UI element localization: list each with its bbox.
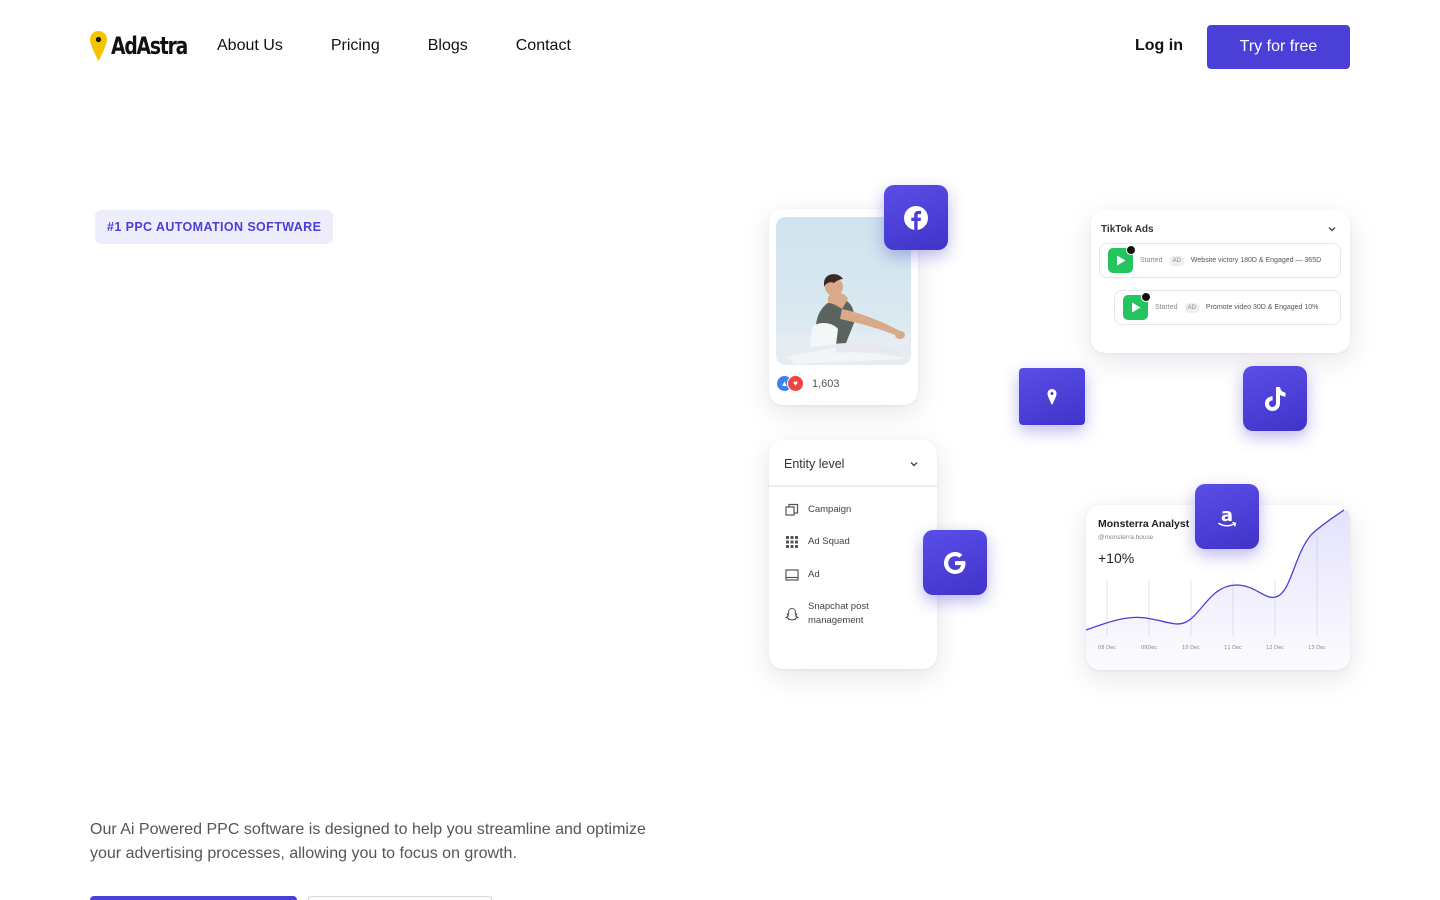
entity-level-title: Entity level xyxy=(784,457,845,471)
entity-option-label: Ad xyxy=(808,569,820,580)
location-pin-icon xyxy=(90,31,107,61)
ad-description: Promote video 30D & Engaged 10% xyxy=(1205,304,1319,311)
amazon-icon: a xyxy=(1218,505,1237,527)
tiktok-ad-row[interactable]: Started AD Promote video 30D & Engaged 1… xyxy=(1114,290,1341,325)
ad-tag: AD xyxy=(1184,302,1199,313)
login-link[interactable]: Log in xyxy=(1135,37,1183,55)
adastra-pin-icon xyxy=(1047,388,1057,405)
entity-option-label: Campaign xyxy=(808,504,852,515)
entity-option-snapchat[interactable]: Snapchat post management xyxy=(785,600,888,628)
google-tile xyxy=(923,530,987,595)
hero-badge: #1 PPC AUTOMATION SOFTWARE xyxy=(95,210,334,244)
nav-links: About Us Pricing Blogs Contact xyxy=(217,37,571,55)
facebook-icon xyxy=(904,205,928,230)
ad-status: Started xyxy=(1140,257,1163,264)
logo-text: AdAstra xyxy=(111,32,188,60)
tiktok-icon xyxy=(1265,386,1286,411)
top-navigation: AdAstra About Us Pricing Blogs Contact L… xyxy=(0,0,1440,95)
entity-option-campaign[interactable]: Campaign xyxy=(785,503,851,517)
hero-description: Our Ai Powered PPC software is designed … xyxy=(90,821,646,862)
grid-icon xyxy=(786,536,798,548)
amazon-tile: a xyxy=(1195,484,1259,549)
analytics-value: +10% xyxy=(1098,550,1135,566)
ad-tag: AD xyxy=(1169,255,1184,266)
analytics-title: Monsterra Analyst xyxy=(1098,518,1190,530)
chevron-down-icon[interactable] xyxy=(1326,223,1338,235)
facebook-tile xyxy=(884,185,948,250)
x-tick-label: 08 Dec xyxy=(1098,645,1116,651)
tiktok-ads-title: TikTok Ads xyxy=(1101,224,1154,235)
entity-option-ad-squad[interactable]: Ad Squad xyxy=(785,535,850,549)
svg-text:a: a xyxy=(1221,505,1233,526)
logo[interactable]: AdAstra xyxy=(90,31,209,61)
play-icon xyxy=(1108,245,1136,273)
analytics-handle: @monsterra.house xyxy=(1098,534,1154,541)
snapchat-icon xyxy=(785,607,799,621)
primary-cta-button[interactable] xyxy=(90,896,297,900)
x-tick-label: 11 Dec xyxy=(1224,645,1242,651)
x-tick-label: 09Dec xyxy=(1141,645,1157,651)
ad-description: Website victory 180D & Engaged — 365D xyxy=(1190,257,1322,264)
x-tick-label: 12 Dec xyxy=(1266,645,1284,651)
x-tick-label: 10 Dec xyxy=(1182,645,1200,651)
campaign-icon xyxy=(785,503,799,516)
play-icon xyxy=(1123,292,1151,320)
entity-level-card: Entity level Campaign Ad Squad Ad Snapch… xyxy=(769,440,937,669)
ad-icon xyxy=(785,569,799,581)
entity-level-dropdown[interactable]: Entity level xyxy=(769,440,937,487)
nav-about-us[interactable]: About Us xyxy=(217,37,283,55)
nav-blogs[interactable]: Blogs xyxy=(428,37,468,55)
reaction-count: 1,603 xyxy=(812,377,840,390)
heart-icon: ♥ xyxy=(787,375,804,392)
adastra-tile xyxy=(1019,368,1085,425)
secondary-cta-button[interactable] xyxy=(308,896,492,900)
nav-pricing[interactable]: Pricing xyxy=(331,37,380,55)
try-for-free-button[interactable]: Try for free xyxy=(1207,25,1350,69)
entity-option-label: Snapchat post management xyxy=(808,601,869,626)
tiktok-ad-row[interactable]: Started AD Website victory 180D & Engage… xyxy=(1099,243,1341,278)
tiktok-tile xyxy=(1243,366,1307,431)
x-tick-label: 13 Dec xyxy=(1308,645,1326,651)
entity-option-label: Ad Squad xyxy=(808,536,850,547)
chevron-down-icon xyxy=(910,462,918,467)
entity-option-ad[interactable]: Ad xyxy=(785,568,820,582)
google-icon xyxy=(944,551,966,574)
nav-contact[interactable]: Contact xyxy=(516,37,571,55)
reactions: ▲ ♥ 1,603 xyxy=(776,375,840,392)
tiktok-ads-card: TikTok Ads Started AD Website victory 18… xyxy=(1091,210,1350,353)
ad-status: Started xyxy=(1155,304,1178,311)
